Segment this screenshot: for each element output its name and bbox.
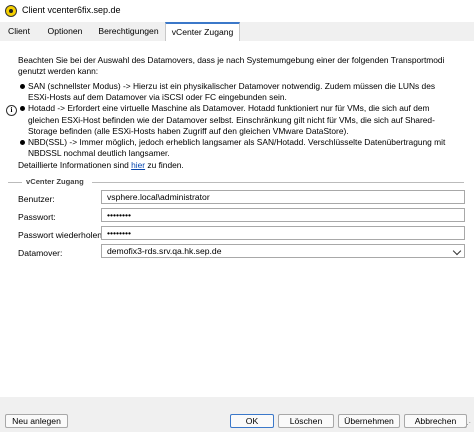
list-item: SAN (schnellster Modus) -> Hierzu ist ei… (18, 81, 458, 103)
app-icon (5, 5, 17, 17)
group-title: vCenter Zugang (26, 177, 84, 186)
button-bar: Neu anlegen OK Löschen Übernehmen Abbrec… (0, 397, 474, 432)
password-repeat-label: Passwort wiederholen: (18, 230, 105, 240)
tab-optionen[interactable]: Optionen (40, 22, 90, 41)
more-info-prefix: Detaillierte Informationen sind (18, 160, 132, 170)
tab-vcenter-zugang[interactable]: vCenter Zugang (165, 22, 240, 42)
tab-client[interactable]: Client (2, 22, 36, 41)
bullet-text-nbd: NBD(SSL) -> Immer möglich, jedoch erhebl… (28, 137, 446, 159)
info-icon: i (6, 105, 17, 116)
datamover-value: demofix3-rds.srv.qa.hk.sep.de (107, 246, 222, 256)
bullet-text-hotadd: Hotadd -> Erfordert eine virtuelle Masch… (28, 103, 435, 136)
password-label: Passwort: (18, 212, 56, 222)
bullet-text-san: SAN (schnellster Modus) -> Hierzu ist ei… (28, 81, 436, 103)
vcenter-panel: Beachten Sie bei der Auswahl des Datamov… (0, 41, 474, 397)
mode-list: SAN (schnellster Modus) -> Hierzu ist ei… (18, 81, 458, 159)
tab-bar: Client Optionen Berechtigungen vCenter Z… (0, 22, 474, 42)
list-item: NBD(SSL) -> Immer möglich, jedoch erhebl… (18, 137, 458, 159)
chevron-down-icon (452, 246, 462, 256)
datamover-label: Datamover: (18, 248, 63, 258)
list-item: Hotadd -> Erfordert eine virtuelle Masch… (18, 103, 458, 137)
user-field[interactable]: vsphere.local\administrator (101, 190, 465, 204)
intro-text: Beachten Sie bei der Auswahl des Datamov… (18, 55, 445, 77)
more-info-link[interactable]: hier (131, 160, 145, 170)
apply-button[interactable]: Übernehmen (338, 414, 400, 428)
user-label: Benutzer: (18, 194, 55, 204)
delete-button[interactable]: Löschen (278, 414, 334, 428)
password-repeat-field[interactable]: •••••••• (101, 226, 465, 240)
ok-button[interactable]: OK (230, 414, 274, 428)
resize-grip-icon[interactable]: ⋰ (464, 421, 471, 429)
title-bar: Client vcenter6fix.sep.de (0, 0, 474, 22)
cancel-button[interactable]: Abbrechen (404, 414, 467, 428)
password-field[interactable]: •••••••• (101, 208, 465, 222)
group-divider (8, 182, 22, 183)
window-title: Client vcenter6fix.sep.de (22, 5, 121, 15)
datamover-select[interactable]: demofix3-rds.srv.qa.hk.sep.de (101, 244, 465, 258)
new-button[interactable]: Neu anlegen (5, 414, 68, 428)
group-divider (92, 182, 464, 183)
more-info-line: Detaillierte Informationen sind hier zu … (18, 160, 184, 170)
tab-berechtigungen[interactable]: Berechtigungen (92, 22, 165, 41)
more-info-suffix: zu finden. (145, 160, 184, 170)
